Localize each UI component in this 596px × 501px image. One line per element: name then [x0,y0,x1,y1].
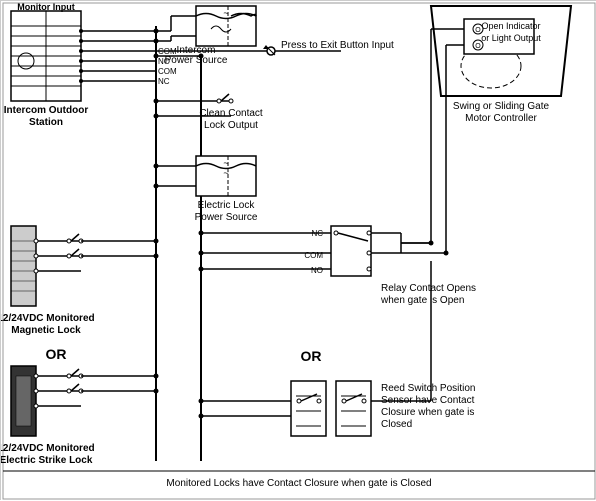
svg-text:Power Source: Power Source [195,212,258,223]
svg-text:O: O [475,43,481,50]
svg-text:or Light Output: or Light Output [481,33,541,43]
svg-text:Press to Exit Button Input: Press to Exit Button Input [281,40,394,51]
wiring-diagram: Monitor Input COM NO COM NC Intercom Out… [0,0,596,500]
svg-text:Clean Contact: Clean Contact [199,108,263,119]
svg-text:Magnetic Lock: Magnetic Lock [11,325,81,336]
svg-text:Monitored Locks have Contact C: Monitored Locks have Contact Closure whe… [166,478,431,489]
svg-text:NC: NC [158,77,170,86]
svg-text:Open Indicator: Open Indicator [481,21,540,31]
svg-text:Closed: Closed [381,419,412,430]
svg-text:~: ~ [223,168,228,178]
svg-text:Relay Contact Opens: Relay Contact Opens [381,283,476,294]
svg-text:Electric Lock: Electric Lock [198,200,256,211]
svg-text:Motor Controller: Motor Controller [465,113,537,124]
svg-text:Intercom Outdoor: Intercom Outdoor [4,105,89,116]
svg-text:Monitor Input: Monitor Input [17,2,74,12]
svg-text:Station: Station [29,117,63,128]
svg-text:Closure when gate is: Closure when gate is [381,407,474,418]
svg-text:OR: OR [46,346,67,362]
svg-text:Lock Output: Lock Output [204,120,258,131]
svg-text:Electric Strike Lock: Electric Strike Lock [1,455,93,466]
svg-text:Reed Switch Position: Reed Switch Position [381,383,476,394]
svg-text:Swing or Sliding Gate: Swing or Sliding Gate [453,101,550,112]
svg-text:12/24VDC Monitored: 12/24VDC Monitored [1,313,95,324]
svg-text:~: ~ [223,8,228,18]
svg-text:12/24VDC Monitored: 12/24VDC Monitored [1,443,95,454]
svg-text:NO: NO [311,266,323,275]
svg-text:~: ~ [223,158,228,168]
svg-text:OR: OR [301,348,322,364]
svg-text:when gate is Open: when gate is Open [380,295,464,306]
svg-text:COM: COM [158,67,177,76]
